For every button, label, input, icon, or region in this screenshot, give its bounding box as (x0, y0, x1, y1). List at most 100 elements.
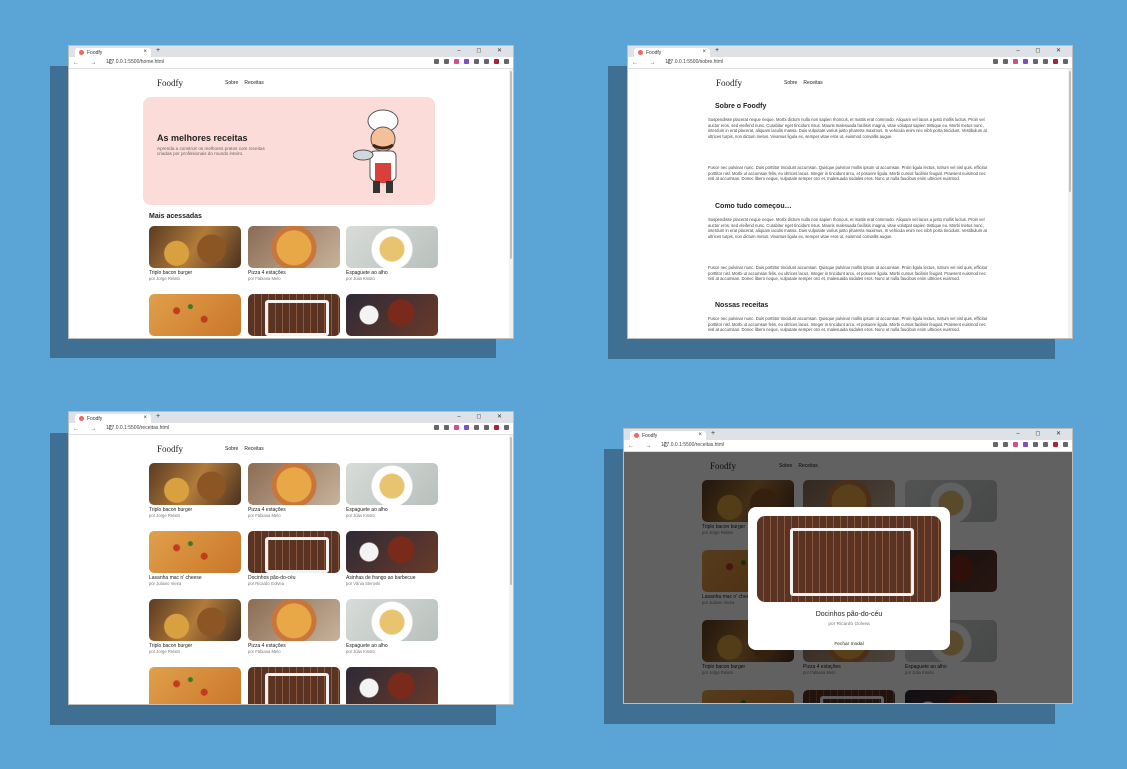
recipe-image (248, 226, 340, 268)
recipe-card[interactable]: Espaguete ao alhopor Júlia Kinoto (346, 226, 438, 281)
recipe-card[interactable]: Espaguete ao alhopor Júlia Kinoto (346, 599, 438, 654)
extension-icons[interactable] (434, 59, 509, 64)
window-controls[interactable]: – ◻ ✕ (457, 413, 509, 420)
paragraph: Suspendisse placerat neque neque. Morbi … (708, 117, 987, 139)
site-menu: Sobre Receitas (225, 80, 264, 86)
hero-title: As melhores receitas (157, 133, 248, 143)
modal-title: Docinhos pão-do-céu (815, 611, 883, 618)
hero-banner: As melhores receitas Aprenda a construir… (143, 97, 435, 205)
recipe-card[interactable]: Docinhos pão-do-céu por Ricardo Golvea (248, 531, 340, 586)
recipe-card[interactable] (248, 294, 340, 336)
recipe-author: por Fabiana Melo (248, 276, 281, 281)
recipe-author: por Jorge Relato (149, 513, 180, 518)
section-title: Mais acessadas (149, 213, 202, 220)
recipe-author: por Fabiana Melo (248, 513, 281, 518)
recipe-card[interactable]: Asinhas de frango ao barbecue por Vânia S… (346, 531, 438, 586)
close-tab-icon[interactable]: × (143, 415, 147, 421)
site-logo[interactable]: Foodfy (157, 444, 183, 454)
menu-sobre[interactable]: Sobre (225, 446, 238, 452)
tab-bar: Foodfy × + – ◻ ✕ (624, 429, 1072, 440)
browser-tab[interactable]: Foodfy × (75, 414, 151, 423)
browser-window-receitas: Foodfy × + – ◻ ✕ ← → C 127.0.0.1:5500/rec… (68, 411, 514, 705)
close-modal-button[interactable]: Fechar modal (748, 642, 950, 647)
recipe-card[interactable]: Pizza 4 estaçõespor Fabiana Melo (248, 599, 340, 654)
url-field[interactable]: 127.0.0.1:5500/home.html (106, 59, 164, 65)
extension-icons[interactable] (993, 59, 1068, 64)
new-tab-icon[interactable]: + (715, 47, 719, 54)
recipe-author: por Júlia Kinoto (346, 513, 375, 518)
paragraph: Fusce nec pulvinar nunc. Duis porttitor … (708, 316, 988, 333)
extension-icons[interactable] (434, 425, 509, 430)
browser-tab[interactable]: Foodfy × (634, 48, 710, 57)
recipe-card[interactable] (346, 667, 438, 704)
window-controls[interactable]: – ◻ ✕ (457, 47, 509, 54)
recipe-card[interactable] (346, 294, 438, 336)
recipe-card[interactable]: Espaguete ao alhopor Júlia Kinoto (346, 463, 438, 518)
paragraph: Fusce nec pulvinar nunc. Duis porttitor … (708, 165, 988, 182)
recipe-author: por Fabiana Melo (248, 649, 281, 654)
recipe-card[interactable] (149, 667, 241, 704)
site-menu: Sobre Receitas (225, 446, 264, 452)
new-tab-icon[interactable]: + (156, 47, 160, 54)
window-controls[interactable]: – ◻ ✕ (1016, 47, 1068, 54)
modal-image (757, 516, 941, 602)
window-controls[interactable]: – ◻ ✕ (1016, 430, 1068, 437)
recipe-image (346, 226, 438, 268)
tab-bar: Foodfy × + – ◻ ✕ (69, 46, 513, 57)
recipe-image (248, 294, 340, 336)
site-logo[interactable]: Foodfy (716, 78, 742, 88)
browser-window-home: Foodfy × + – ◻ ✕ ← → C 127.0.0.1:5500/hom… (68, 45, 514, 339)
recipe-card[interactable] (149, 294, 241, 336)
recipe-image (346, 294, 438, 336)
recipe-card[interactable]: Triplo bacon burgerpor Jorge Relato (149, 226, 241, 281)
favicon-icon (638, 50, 643, 55)
scrollbar[interactable] (509, 435, 513, 704)
new-tab-icon[interactable]: + (156, 413, 160, 420)
tab-bar: Foodfy × + – ◻ ✕ (69, 412, 513, 423)
favicon-icon (79, 50, 84, 55)
recipe-card[interactable]: Pizza 4 estaçõespor Fabiana Melo (248, 226, 340, 281)
section-heading: Como tudo começou… (715, 203, 792, 210)
scrollbar[interactable] (1068, 69, 1072, 338)
section-heading: Nossas receitas (715, 302, 769, 309)
recipe-card[interactable]: Triplo bacon burgerpor Jorge Relato (149, 463, 241, 518)
receitas-page-with-modal: Foodfy SobreReceitas Triplo bacon burger… (624, 452, 1072, 703)
recipe-modal: Docinhos pão-do-céu por Ricardo Golvea F… (748, 507, 950, 650)
recipe-card[interactable]: Triplo bacon burgerpor Jorge Relato (149, 599, 241, 654)
address-bar: ← → C 127.0.0.1:5500/receitas.html (624, 440, 1072, 452)
address-bar: ← → C 127.0.0.1:5500/receitas.html (69, 423, 513, 435)
url-field[interactable]: 127.0.0.1:5500/sobre.html (665, 59, 723, 65)
recipe-author: por Ricardo Golvea (248, 581, 285, 586)
scrollbar[interactable] (509, 69, 513, 338)
browser-tab[interactable]: Foodfy × (630, 431, 706, 440)
browser-window-sobre: Foodfy × + – ◻ ✕ ← → C 127.0.0.1:5500/sob… (627, 45, 1073, 339)
address-bar: ← → C 127.0.0.1:5500/sobre.html (628, 57, 1072, 69)
menu-sobre[interactable]: Sobre (225, 80, 238, 86)
recipe-card[interactable]: Lasanha mac n' cheesepor Juliano Vieira (149, 531, 241, 586)
extension-icons[interactable] (993, 442, 1068, 447)
paragraph: Suspendisse placerat neque neque. Morbi … (708, 217, 987, 239)
site-logo[interactable]: Foodfy (157, 78, 183, 88)
close-tab-icon[interactable]: × (143, 49, 147, 55)
close-tab-icon[interactable]: × (702, 49, 706, 55)
section-heading: Sobre o Foodfy (715, 103, 767, 110)
recipe-card[interactable] (248, 667, 340, 704)
menu-sobre[interactable]: Sobre (784, 80, 797, 86)
url-field[interactable]: 127.0.0.1:5500/receitas.html (661, 442, 724, 448)
browser-tab[interactable]: Foodfy × (75, 48, 151, 57)
recipe-image (149, 226, 241, 268)
home-page: Foodfy Sobre Receitas As melhores receita… (69, 69, 513, 338)
modal-author: por Ricardo Golvea (828, 622, 870, 627)
url-field[interactable]: 127.0.0.1:5500/receitas.html (106, 425, 169, 431)
recipe-image (149, 294, 241, 336)
menu-receitas[interactable]: Receitas (803, 80, 822, 86)
favicon-icon (634, 433, 639, 438)
recipe-author: por Juliano Vieira (149, 581, 182, 586)
menu-receitas[interactable]: Receitas (244, 446, 263, 452)
close-tab-icon[interactable]: × (698, 432, 702, 438)
recipe-card[interactable]: Pizza 4 estaçõespor Fabiana Melo (248, 463, 340, 518)
recipe-author: por Jorge Relato (149, 276, 180, 281)
new-tab-icon[interactable]: + (711, 430, 715, 437)
recipe-author: por Júlia Kinoto (346, 276, 375, 281)
menu-receitas[interactable]: Receitas (244, 80, 263, 86)
